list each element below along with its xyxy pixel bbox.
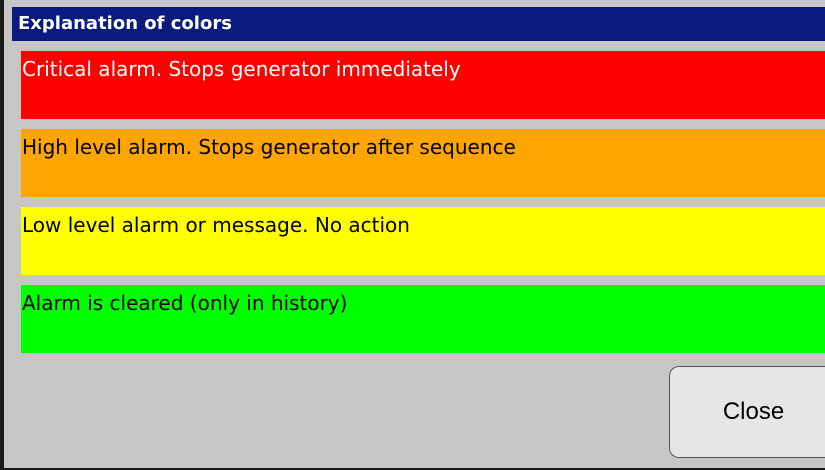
- dialog-title: Explanation of colors: [12, 7, 825, 41]
- legend-row-critical-alarm: Critical alarm. Stops generator immediat…: [21, 51, 825, 119]
- legend-label-low-level-alarm: Low level alarm or message. No action: [22, 213, 410, 237]
- legend-label-critical-alarm: Critical alarm. Stops generator immediat…: [22, 57, 461, 81]
- legend-row-alarm-cleared: Alarm is cleared (only in history): [21, 285, 825, 353]
- legend-label-alarm-cleared: Alarm is cleared (only in history): [22, 291, 348, 315]
- close-button[interactable]: Close: [669, 366, 825, 458]
- legend-row-high-level-alarm: High level alarm. Stops generator after …: [21, 129, 825, 197]
- legend-label-high-level-alarm: High level alarm. Stops generator after …: [22, 135, 516, 159]
- color-legend-dialog: Explanation of colors Critical alarm. St…: [0, 0, 825, 470]
- legend-row-low-level-alarm: Low level alarm or message. No action: [21, 207, 825, 275]
